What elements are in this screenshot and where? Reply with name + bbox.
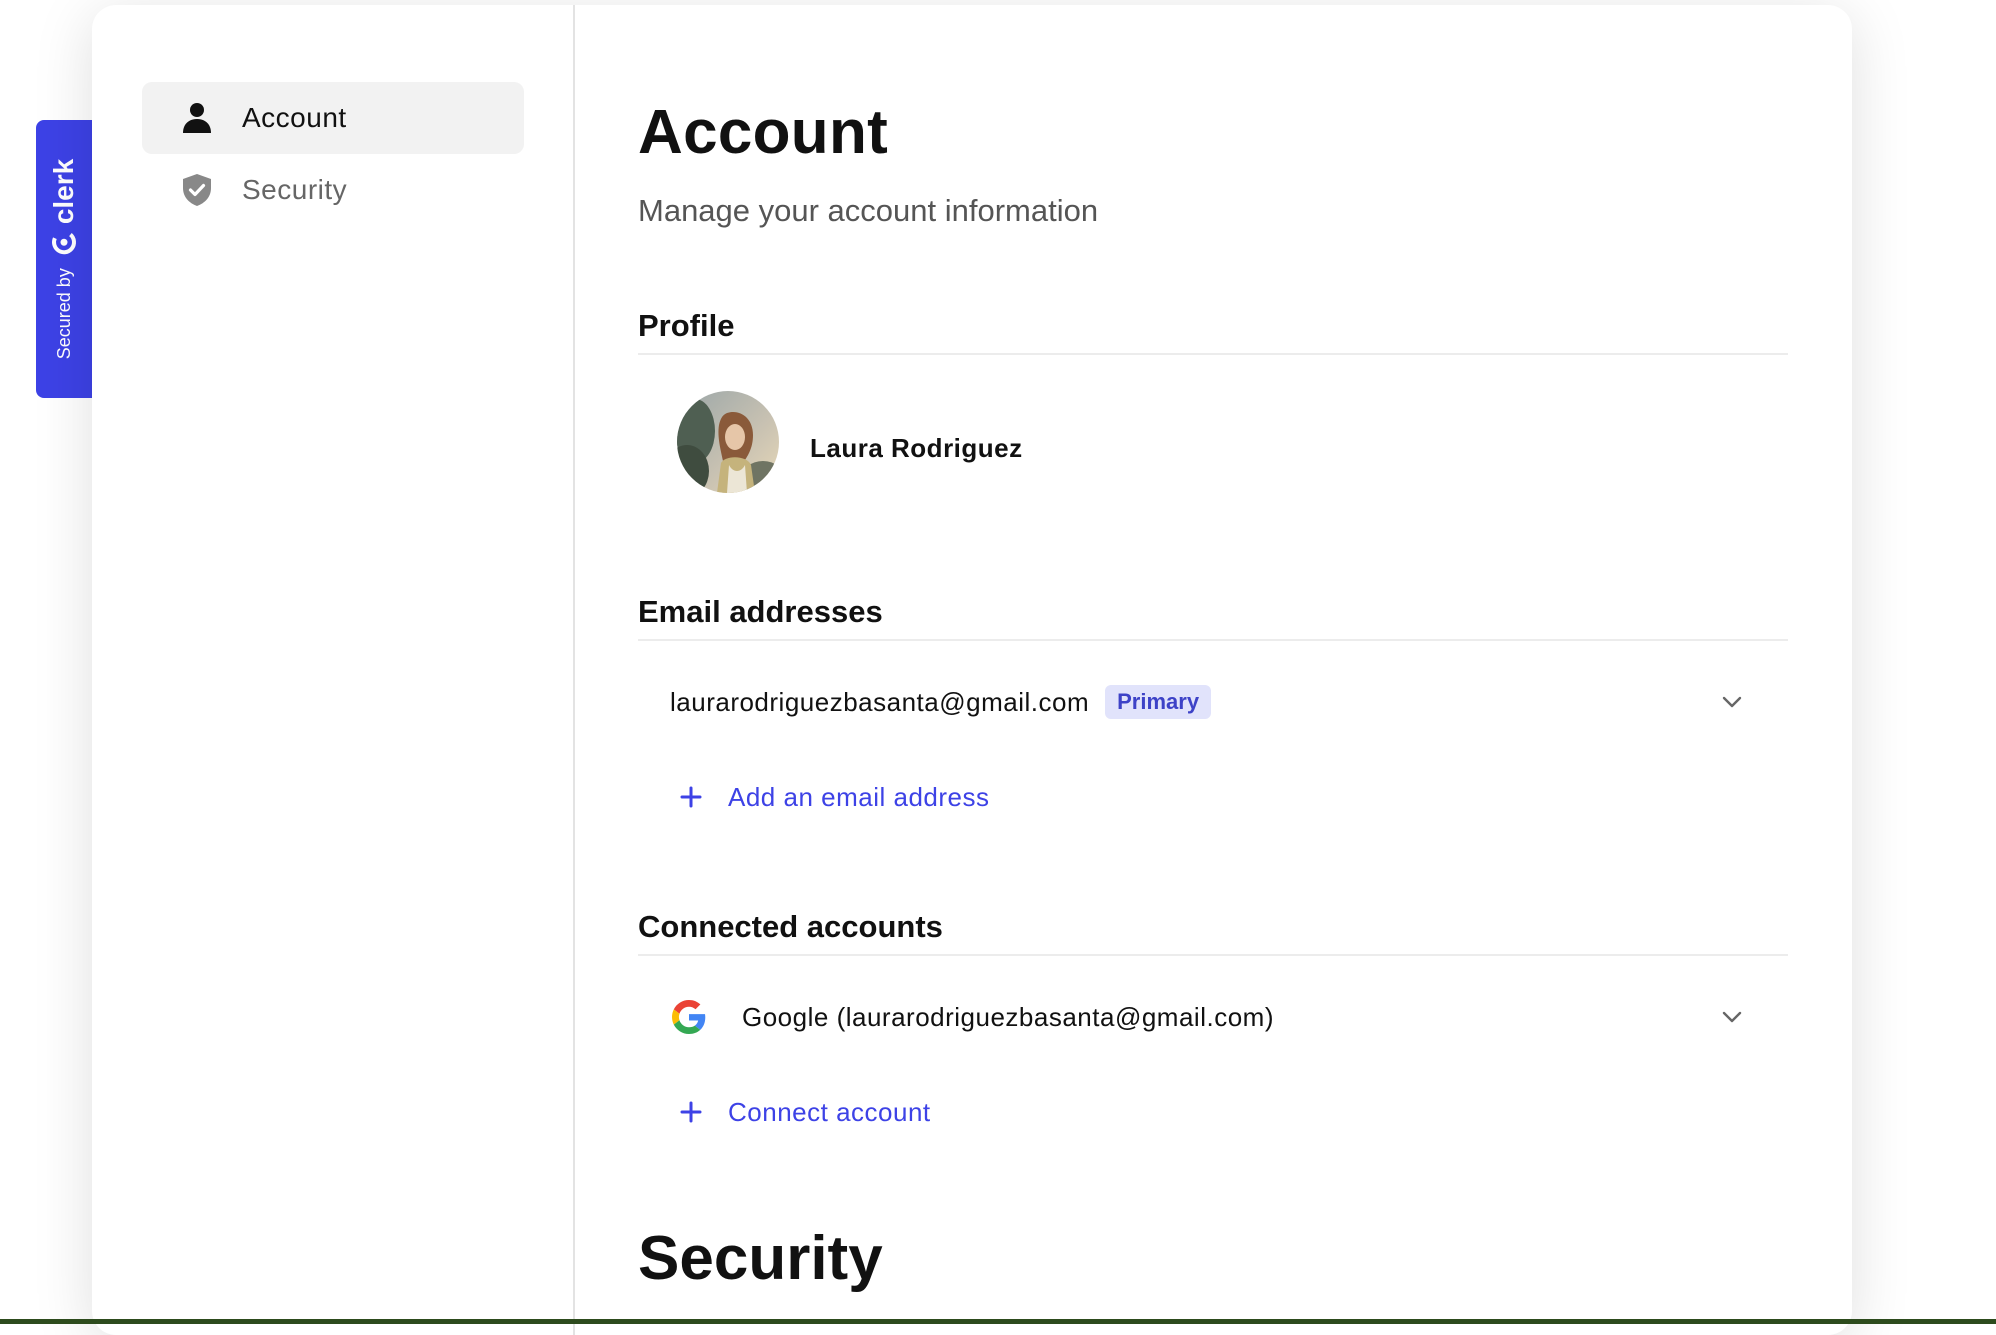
- clerk-brand-label: clerk: [48, 158, 79, 225]
- clerk-secured-badge[interactable]: Secured by clerk: [36, 120, 92, 398]
- page-subtitle: Manage your account information: [638, 193, 1099, 228]
- chevron-down-icon[interactable]: [1720, 690, 1744, 714]
- section-divider: [638, 353, 1788, 355]
- clerk-logo-icon: [52, 230, 76, 255]
- security-section-title: Security: [638, 1224, 883, 1293]
- sidebar-item-label: Security: [242, 174, 348, 205]
- chevron-down-icon[interactable]: [1720, 1005, 1744, 1029]
- section-divider: [638, 639, 1788, 641]
- add-email-button[interactable]: Add an email address: [680, 777, 989, 817]
- section-divider: [638, 954, 1788, 956]
- google-icon: [672, 1000, 706, 1034]
- add-email-label: Add an email address: [728, 781, 990, 812]
- connected-account-row[interactable]: Google (laurarodriguezbasanta@gmail.com): [638, 987, 1788, 1047]
- email-addresses-heading: Email addresses: [638, 594, 883, 629]
- shield-check-icon: [180, 173, 214, 207]
- plus-icon: [680, 1101, 702, 1123]
- clerk-badge-content: Secured by clerk: [48, 159, 80, 359]
- profile-name: Laura Rodriguez: [810, 433, 1023, 463]
- primary-badge: Primary: [1105, 685, 1212, 719]
- connected-accounts-heading: Connected accounts: [638, 909, 943, 944]
- plus-icon: [680, 786, 702, 808]
- connected-account-label: Google (laurarodriguezbasanta@gmail.com): [742, 1001, 1274, 1032]
- sidebar-item-security[interactable]: Security: [142, 154, 524, 226]
- secured-by-label: Secured by: [53, 268, 74, 360]
- connect-account-label: Connect account: [728, 1096, 931, 1127]
- connect-account-button[interactable]: Connect account: [680, 1092, 931, 1132]
- sidebar-divider: [573, 5, 575, 1335]
- person-icon: [180, 101, 214, 135]
- page-title: Account: [638, 98, 889, 167]
- bottom-border: [0, 1319, 1996, 1324]
- sidebar-item-account[interactable]: Account: [142, 82, 524, 154]
- avatar[interactable]: [677, 391, 779, 493]
- user-profile-card: Account Security Account Manage your acc…: [92, 5, 1852, 1335]
- sidebar-item-label: Account: [242, 102, 347, 133]
- profile-heading: Profile: [638, 308, 735, 343]
- email-row[interactable]: laurarodriguezbasanta@gmail.com Primary: [638, 672, 1788, 732]
- email-address: laurarodriguezbasanta@gmail.com: [670, 686, 1090, 717]
